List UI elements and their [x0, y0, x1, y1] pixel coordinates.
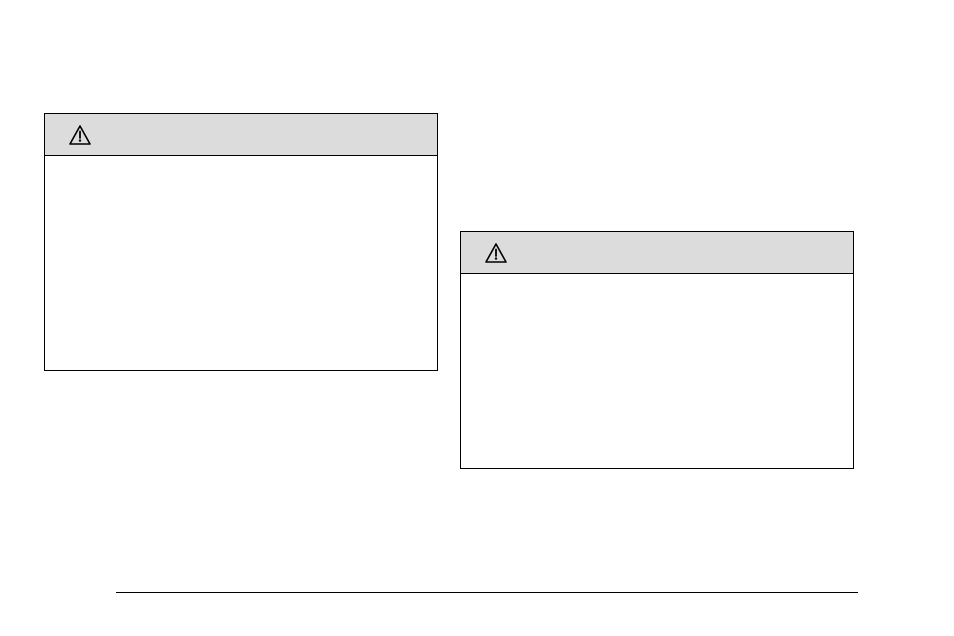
warning-panel-right-header [461, 232, 853, 274]
warning-panel-left [44, 113, 438, 371]
warning-icon [69, 125, 91, 145]
warning-icon [485, 243, 507, 263]
horizontal-rule [116, 592, 858, 593]
document-page [0, 0, 954, 636]
warning-panel-right [460, 231, 854, 469]
warning-panel-left-header [45, 114, 437, 156]
